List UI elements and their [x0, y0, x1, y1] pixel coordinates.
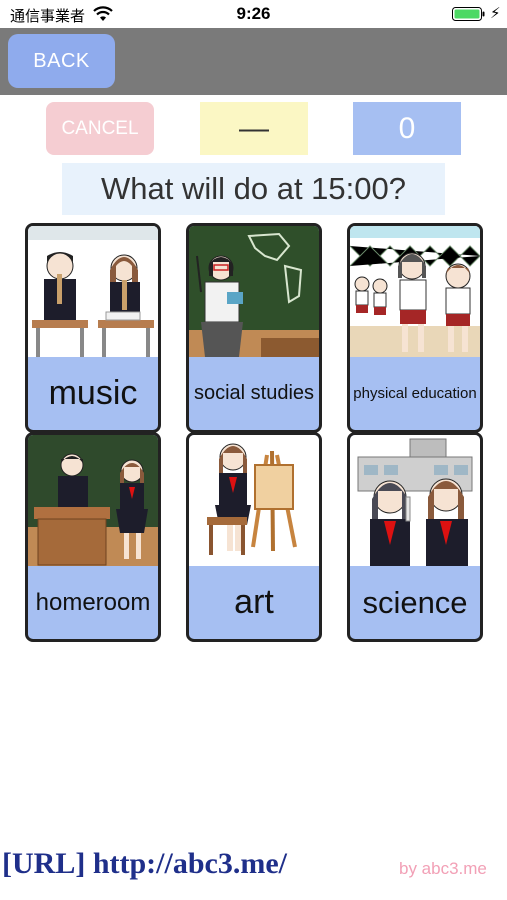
url-link[interactable]: [URL] http://abc3.me/: [2, 847, 287, 881]
battery-icon: [452, 7, 485, 21]
homeroom-class-illustration: [28, 435, 158, 566]
charging-bolt-icon: ⚡: [490, 5, 501, 22]
card-social-studies[interactable]: social studies: [186, 223, 322, 433]
nav-bar: BACK: [0, 28, 507, 95]
physical-education-class-illustration: [350, 226, 480, 357]
card-label: homeroom: [35, 588, 151, 616]
card-science[interactable]: science: [347, 432, 483, 642]
card-label: science: [362, 584, 468, 620]
card-physical-education[interactable]: physical education: [347, 223, 483, 433]
cancel-button[interactable]: CANCEL: [46, 102, 154, 155]
card-label: art: [234, 583, 274, 621]
credit-text: by abc3.me: [399, 859, 487, 878]
status-bar: 通信事業者 9:26 ⚡: [0, 0, 507, 28]
back-button[interactable]: BACK: [8, 34, 115, 88]
status-time: 9:26: [236, 4, 271, 23]
science-class-illustration: [350, 435, 480, 566]
social-studies-class-illustration: [189, 226, 319, 357]
card-art[interactable]: art: [186, 432, 322, 642]
card-music[interactable]: music: [25, 223, 161, 433]
card-label: physical education: [353, 385, 477, 402]
answer-display: —: [200, 102, 308, 155]
score-display: 0: [353, 102, 461, 155]
card-label: music: [48, 374, 138, 412]
card-homeroom[interactable]: homeroom: [25, 432, 161, 642]
art-class-illustration: [189, 435, 319, 566]
question-text: What will do at 15:00?: [62, 163, 445, 215]
card-label: social studies: [193, 382, 315, 404]
music-class-illustration: [28, 226, 158, 357]
